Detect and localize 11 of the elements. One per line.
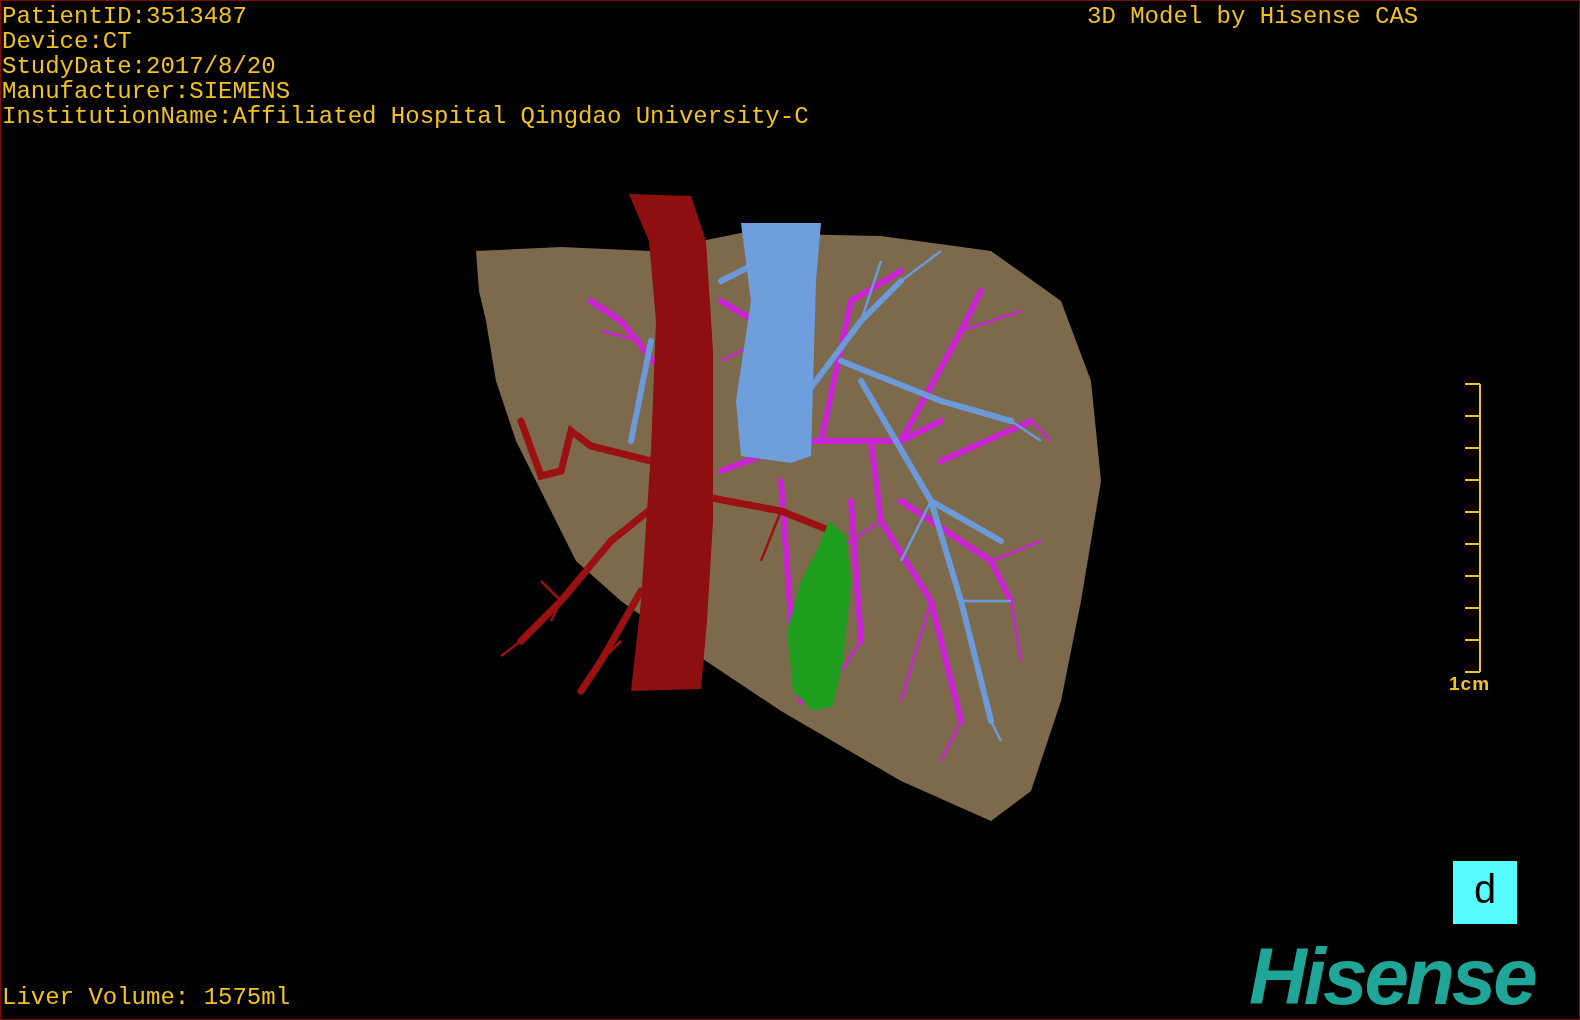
patient-info-text: StudyDate:2017/8/20 <box>2 54 276 79</box>
patient-info-text: InstitutionName:Affiliated Hospital Qingdao University-C <box>2 104 809 129</box>
view-orientation-button[interactable]: d <box>1453 861 1517 924</box>
patient-info-text: PatientID:3513487 <box>2 4 247 29</box>
scale-bar-icon <box>1464 383 1482 673</box>
brand-logo: Hisense <box>1249 937 1535 1017</box>
view-title: 3D Model by Hisense CAS <box>1087 4 1419 29</box>
patient-info-text: Device:CT <box>2 29 132 54</box>
patient-info-text: Manufacturer:SIEMENS <box>2 79 291 104</box>
liver-volume-text: Liver Volume: 1575ml <box>2 985 291 1010</box>
scale-label: 1cm <box>1449 673 1491 695</box>
